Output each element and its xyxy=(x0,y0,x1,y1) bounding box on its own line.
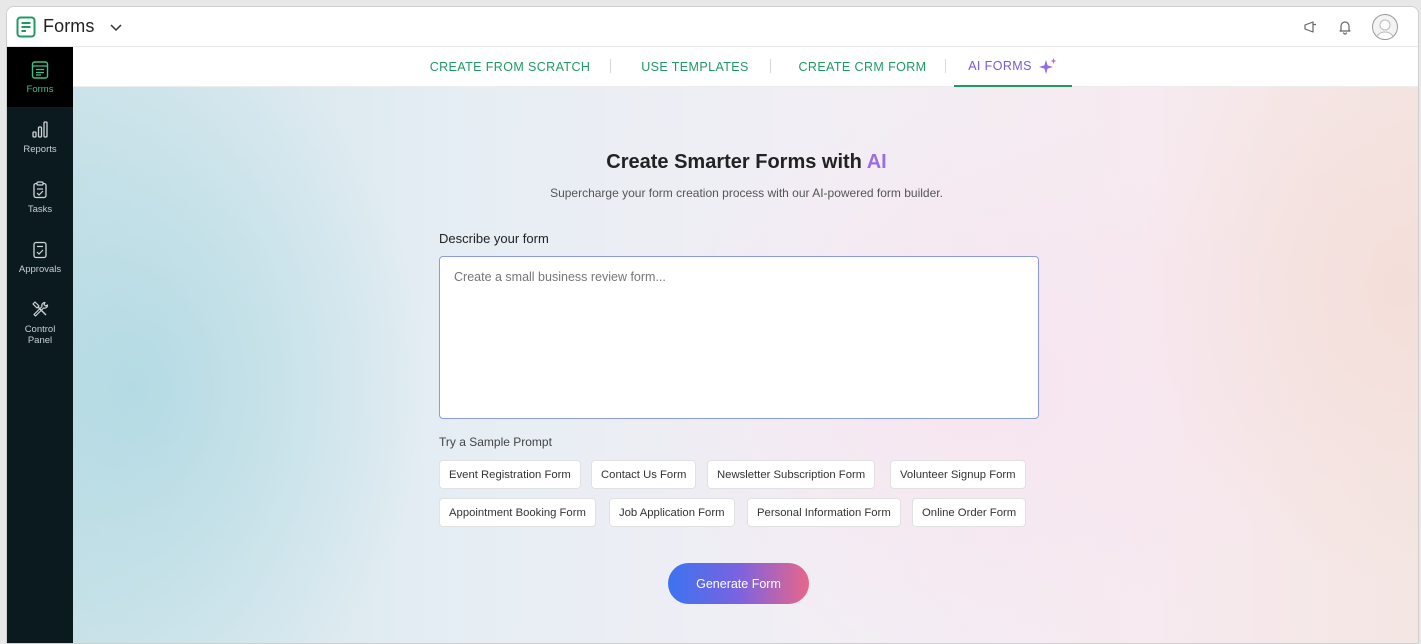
tab-create-from-scratch[interactable]: CREATE FROM SCRATCH xyxy=(425,47,595,87)
announcement-icon[interactable] xyxy=(1302,18,1320,36)
sample-prompt-chip[interactable]: Job Application Form xyxy=(609,498,735,527)
chip-label: Event Registration Form xyxy=(449,468,571,481)
forms-logo-icon xyxy=(16,16,36,37)
sidebar-item-tasks[interactable]: Tasks xyxy=(7,167,73,227)
form-description-input[interactable] xyxy=(439,256,1039,419)
tab-bar: CREATE FROM SCRATCH USE TEMPLATES CREATE… xyxy=(73,47,1418,87)
sidebar-item-label: Approvals xyxy=(18,263,62,275)
forms-icon xyxy=(31,60,49,79)
page-subtitle: Supercharge your form creation process w… xyxy=(550,186,943,200)
sample-prompt-chip[interactable]: Contact Us Form xyxy=(591,460,697,489)
bar-chart-icon xyxy=(32,120,48,138)
bell-icon[interactable] xyxy=(1336,18,1354,36)
sidebar-item-control-panel[interactable]: Control Panel xyxy=(7,287,73,359)
sidebar-item-label: Control Panel xyxy=(24,324,56,346)
tab-divider xyxy=(610,59,611,73)
chevron-down-icon xyxy=(109,23,122,31)
sidebar-item-forms[interactable]: Forms xyxy=(7,47,73,107)
sidebar-item-reports[interactable]: Reports xyxy=(7,107,73,167)
sample-prompt-chip[interactable]: Personal Information Form xyxy=(747,498,901,527)
page-title-accent: AI xyxy=(866,151,887,173)
page-title: Create Smarter Forms with AI xyxy=(73,151,1418,174)
chip-label: Personal Information Form xyxy=(757,506,891,519)
tab-label: CREATE FROM SCRATCH xyxy=(429,60,591,74)
user-silhouette-icon xyxy=(1375,19,1395,39)
app-switcher[interactable]: Forms xyxy=(15,16,123,38)
chip-label: Job Application Form xyxy=(619,506,725,519)
sample-prompt-chip[interactable]: Event Registration Form xyxy=(439,460,581,489)
sidebar: Forms Reports Tasks Approvals Control Pa… xyxy=(7,47,73,643)
tab-use-templates[interactable]: USE TEMPLATES xyxy=(625,47,765,87)
describe-form-label: Describe your form xyxy=(439,231,549,246)
sparkle-icon xyxy=(1038,58,1057,74)
page-title-text: Create Smarter Forms with xyxy=(606,151,867,173)
tab-label: CREATE CRM FORM xyxy=(798,60,927,74)
sidebar-item-label: Reports xyxy=(23,143,57,155)
chip-label: Volunteer Signup Form xyxy=(900,468,1016,481)
sample-prompt-label: Try a Sample Prompt xyxy=(439,435,552,449)
chip-label: Contact Us Form xyxy=(601,468,687,481)
generate-form-button[interactable]: Generate Form xyxy=(668,563,809,604)
sidebar-item-label: Forms xyxy=(26,83,54,95)
tab-label: USE TEMPLATES xyxy=(641,60,749,74)
sample-prompt-chip[interactable]: Appointment Booking Form xyxy=(439,498,596,527)
top-right-actions xyxy=(1286,13,1398,40)
sidebar-item-label: Tasks xyxy=(27,203,53,215)
main-content: Create Smarter Forms with AI Supercharge… xyxy=(73,87,1418,643)
approval-doc-icon xyxy=(33,241,47,258)
chip-label: Appointment Booking Form xyxy=(449,506,586,519)
sample-prompt-chip[interactable]: Volunteer Signup Form xyxy=(890,460,1026,489)
tab-create-crm-form[interactable]: CREATE CRM FORM xyxy=(785,47,940,87)
chip-label: Online Order Form xyxy=(922,506,1017,519)
tools-icon xyxy=(32,301,49,317)
tab-divider xyxy=(945,59,946,73)
tab-ai-forms[interactable]: AI FORMS xyxy=(954,47,1072,87)
clipboard-check-icon xyxy=(33,180,47,198)
top-bar: Forms xyxy=(7,7,1418,47)
sample-prompt-chip[interactable]: Newsletter Subscription Form xyxy=(707,460,876,489)
tab-label: AI FORMS xyxy=(968,59,1032,73)
tab-divider xyxy=(770,59,771,73)
user-avatar[interactable] xyxy=(1372,13,1398,40)
app-window: Forms Forms Reports Tasks Approvals Cont… xyxy=(6,6,1419,644)
chip-label: Newsletter Subscription Form xyxy=(717,468,866,481)
app-title: Forms xyxy=(43,16,95,36)
sidebar-item-approvals[interactable]: Approvals xyxy=(7,227,73,287)
sample-prompt-chip[interactable]: Online Order Form xyxy=(912,498,1027,527)
